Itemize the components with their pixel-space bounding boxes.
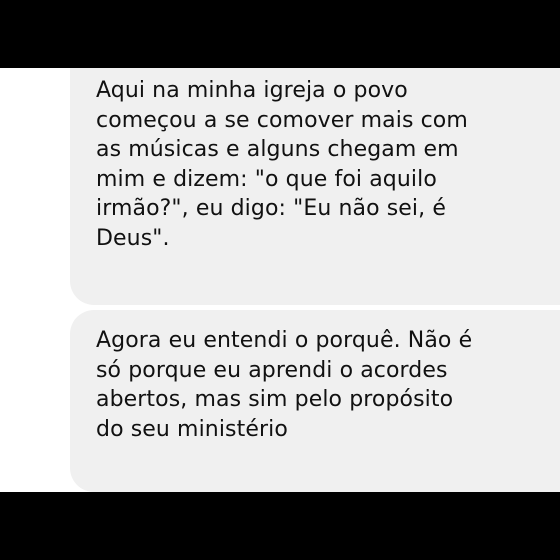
chat-thread: Aqui na minha igreja o povo começou a se… [0,68,560,492]
message-bubble-2[interactable]: Agora eu entendi o porquê. Não é só porq… [70,310,560,492]
screenshot-frame: Aqui na minha igreja o povo começou a se… [0,0,560,560]
message-bubble-1[interactable]: Aqui na minha igreja o povo começou a se… [70,68,560,305]
